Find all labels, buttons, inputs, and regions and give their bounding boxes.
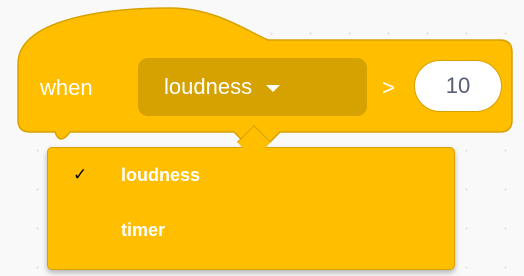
when-label: when [40,75,93,100]
sensor-dropdown[interactable]: loudness [138,58,367,116]
menu-item-loudness[interactable]: ✓ loudness [48,153,454,197]
sensor-dropdown-menu: ✓ loudness timer [47,147,455,270]
threshold-value-input[interactable]: 10 [414,60,502,112]
menu-item-label: loudness [121,165,201,185]
caret-down-icon [266,85,281,92]
sensor-dropdown-value: loudness [164,74,253,99]
checkmark-icon: ✓ [73,165,88,184]
greater-than-operator: > [382,75,395,100]
menu-item-timer[interactable]: timer [48,208,454,252]
menu-item-label: timer [121,220,166,240]
